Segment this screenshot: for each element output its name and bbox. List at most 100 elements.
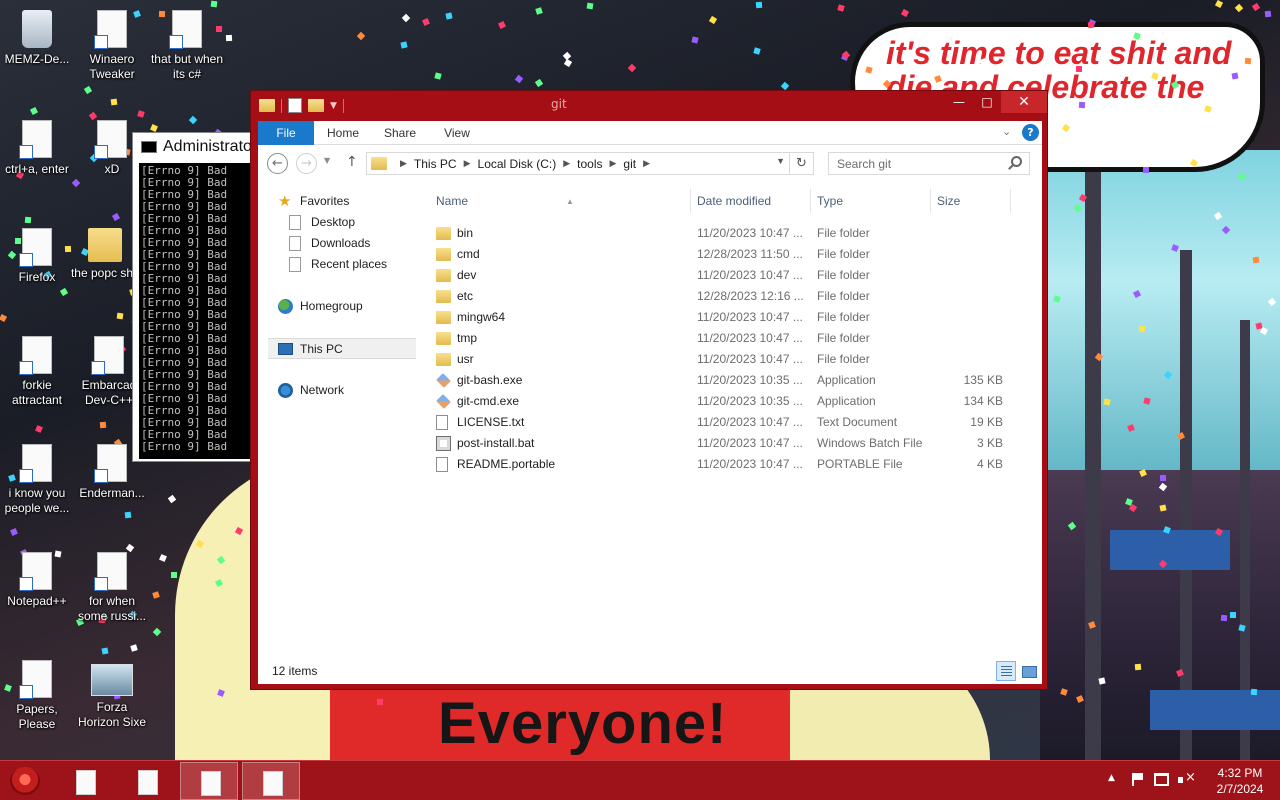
desktop-icon-i-know[interactable]: i know you people we... bbox=[0, 444, 74, 516]
file-date: 11/20/2023 10:35 ... bbox=[697, 394, 803, 408]
taskbar-button[interactable] bbox=[242, 762, 300, 800]
desktop-icon-papers-please[interactable]: Papers, Please bbox=[0, 660, 74, 732]
customize-toolbar-icon[interactable]: ▼ bbox=[330, 101, 337, 111]
nav-this-pc[interactable]: This PC bbox=[268, 338, 416, 359]
forward-button[interactable]: → bbox=[296, 153, 317, 174]
column-header-type[interactable]: Type bbox=[817, 189, 929, 213]
chevron-down-icon[interactable]: ▼ bbox=[776, 156, 785, 166]
file-row-mingw64[interactable]: mingw64 11/20/2023 10:47 ... File folder bbox=[434, 307, 1016, 328]
file-date: 11/20/2023 10:47 ... bbox=[697, 457, 803, 471]
breadcrumb-tools[interactable]: tools bbox=[577, 157, 602, 171]
tab-share[interactable]: Share bbox=[374, 121, 426, 145]
new-folder-icon[interactable] bbox=[308, 99, 324, 112]
recent-locations-button[interactable]: ▼ bbox=[324, 156, 330, 165]
tab-home[interactable]: Home bbox=[318, 121, 368, 145]
file-type: File folder bbox=[817, 289, 870, 303]
minimize-button[interactable]: — bbox=[945, 91, 973, 113]
shortcut-icon bbox=[94, 552, 127, 591]
nav-downloads[interactable]: Downloads bbox=[289, 233, 409, 254]
action-center-flag-icon[interactable] bbox=[1132, 773, 1144, 786]
file-row-license[interactable]: LICENSE.txt 11/20/2023 10:47 ... Text Do… bbox=[434, 412, 1016, 433]
breadcrumb-local-disk[interactable]: Local Disk (C:) bbox=[478, 157, 557, 171]
taskbar-button[interactable] bbox=[56, 762, 114, 800]
tab-view[interactable]: View bbox=[432, 121, 482, 145]
file-date: 12/28/2023 12:16 ... bbox=[697, 289, 804, 303]
file-row-tmp[interactable]: tmp 11/20/2023 10:47 ... File folder bbox=[434, 328, 1016, 349]
confetti-piece bbox=[100, 421, 107, 429]
column-divider[interactable] bbox=[690, 189, 691, 213]
desktop-icon-firefox[interactable]: Firefox bbox=[0, 228, 74, 285]
chevron-right-icon[interactable]: ▶ bbox=[464, 158, 471, 169]
shortcut-icon bbox=[91, 336, 124, 375]
file-row-git-bash[interactable]: git-bash.exe 11/20/2023 10:35 ... Applic… bbox=[434, 370, 1016, 391]
desktop-icon-for-when[interactable]: for when some russi... bbox=[75, 552, 149, 624]
confetti-piece bbox=[111, 98, 118, 106]
breadcrumb-git[interactable]: git bbox=[623, 157, 636, 171]
nav-favorites[interactable]: ★ Favorites bbox=[278, 191, 408, 212]
command-prompt-window[interactable]: Administrato [Errno 9] Bad [Errno 9] Bad[… bbox=[132, 132, 262, 462]
command-prompt-titlebar[interactable]: Administrato bbox=[133, 133, 261, 161]
properties-icon[interactable] bbox=[288, 98, 302, 113]
back-button[interactable]: ← bbox=[267, 153, 288, 174]
help-icon[interactable]: ? bbox=[1022, 124, 1039, 141]
chevron-right-icon[interactable]: ▶ bbox=[563, 158, 570, 169]
desktop-icon-ctrl-a[interactable]: ctrl+a, enter bbox=[0, 120, 74, 177]
file-row-git-cmd[interactable]: git-cmd.exe 11/20/2023 10:35 ... Applica… bbox=[434, 391, 1016, 412]
desktop-icon-memz[interactable]: MEMZ-De... bbox=[0, 10, 74, 67]
taskbar-button[interactable] bbox=[118, 762, 176, 800]
nav-homegroup[interactable]: Homegroup bbox=[278, 296, 408, 317]
desktop-icon-that-but[interactable]: that but when its c# bbox=[150, 10, 224, 82]
refresh-button[interactable]: ↻ bbox=[790, 152, 814, 175]
desktop-icon-forkie[interactable]: forkie attractant bbox=[0, 336, 74, 408]
file-row-bin[interactable]: bin 11/20/2023 10:47 ... File folder bbox=[434, 223, 1016, 244]
file-explorer-window[interactable]: ▼ git — □ ✕ File Home Share View ⌄ ? ← →… bbox=[250, 90, 1048, 690]
taskbar-button[interactable] bbox=[180, 762, 238, 800]
chevron-right-icon[interactable]: ▶ bbox=[643, 158, 650, 169]
file-row-usr[interactable]: usr 11/20/2023 10:47 ... File folder bbox=[434, 349, 1016, 370]
nav-recent-places[interactable]: Recent places bbox=[289, 254, 409, 275]
system-clock[interactable]: 4:32 PM 2/7/2024 bbox=[1208, 765, 1272, 797]
file-row-readme[interactable]: README.portable 11/20/2023 10:47 ... POR… bbox=[434, 454, 1016, 475]
confetti-piece bbox=[1252, 256, 1260, 264]
confetti-piece bbox=[753, 47, 761, 55]
desktop-icon-notepadpp[interactable]: Notepad++ bbox=[0, 552, 74, 609]
column-header-size[interactable]: Size bbox=[937, 189, 997, 213]
column-label: Name bbox=[436, 194, 469, 208]
file-row-dev[interactable]: dev 11/20/2023 10:47 ... File folder bbox=[434, 265, 1016, 286]
confetti-piece bbox=[1087, 21, 1094, 29]
maximize-button[interactable]: □ bbox=[973, 91, 1001, 113]
desktop-icon-forza[interactable]: Forza Horizon Sixe bbox=[75, 660, 149, 730]
desktop-icon-popc[interactable]: the popc shit bbox=[68, 224, 142, 281]
details-view-icon[interactable] bbox=[996, 661, 1016, 681]
search-box[interactable] bbox=[828, 152, 1030, 175]
column-divider[interactable] bbox=[810, 189, 811, 213]
tab-file[interactable]: File bbox=[258, 121, 314, 145]
chevron-right-icon[interactable]: ▶ bbox=[400, 158, 407, 169]
column-divider[interactable] bbox=[1010, 189, 1011, 213]
column-divider[interactable] bbox=[930, 189, 931, 213]
large-icons-view-icon[interactable] bbox=[1020, 662, 1038, 680]
column-header-name[interactable]: Name ▲ bbox=[436, 189, 686, 213]
file-row-cmd[interactable]: cmd 12/28/2023 11:50 ... File folder bbox=[434, 244, 1016, 265]
address-bar[interactable]: ▶ This PC ▶ Local Disk (C:) ▶ tools ▶ gi… bbox=[366, 152, 790, 175]
desktop-icon-winaero[interactable]: Winaero Tweaker bbox=[75, 10, 149, 82]
column-header-date[interactable]: Date modified bbox=[697, 189, 809, 213]
file-row-post-install[interactable]: post-install.bat 11/20/2023 10:47 ... Wi… bbox=[434, 433, 1016, 454]
search-input[interactable] bbox=[829, 153, 1005, 174]
start-button[interactable] bbox=[10, 767, 40, 795]
volume-muted-icon[interactable] bbox=[1178, 770, 1196, 786]
file-date: 12/28/2023 11:50 ... bbox=[697, 247, 803, 261]
chevron-right-icon[interactable]: ▶ bbox=[610, 158, 617, 169]
show-hidden-icons-button[interactable]: ▲ bbox=[1108, 773, 1115, 800]
nav-network[interactable]: Network bbox=[278, 380, 408, 401]
expand-ribbon-icon[interactable]: ⌄ bbox=[1002, 125, 1011, 138]
up-button[interactable]: ↑ bbox=[346, 154, 358, 170]
network-tray-icon[interactable] bbox=[1154, 773, 1169, 786]
breadcrumb-this-pc[interactable]: This PC bbox=[414, 157, 457, 171]
nav-desktop[interactable]: Desktop bbox=[289, 212, 409, 233]
close-button[interactable]: ✕ bbox=[1001, 91, 1047, 113]
file-row-etc[interactable]: etc 12/28/2023 12:16 ... File folder bbox=[434, 286, 1016, 307]
search-icon[interactable] bbox=[1011, 156, 1022, 167]
file-size: 3 KB bbox=[976, 436, 1003, 450]
explorer-titlebar[interactable]: ▼ git — □ ✕ bbox=[251, 91, 1047, 121]
